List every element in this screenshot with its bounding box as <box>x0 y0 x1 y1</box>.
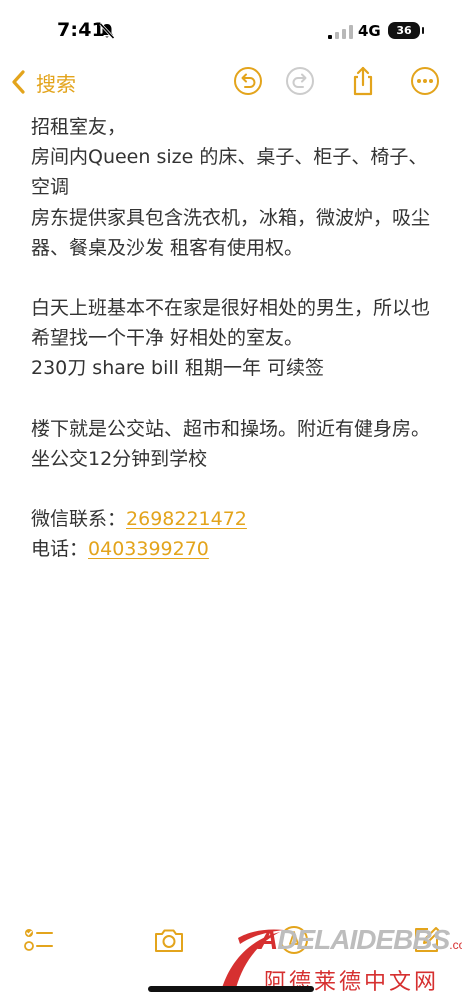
camera-icon <box>155 929 183 952</box>
navigation-bar: 搜索 <box>0 60 462 104</box>
undo-icon <box>234 67 262 95</box>
phone-line: 电话：0403399270 <box>31 534 441 564</box>
note-line: 白天上班基本不在家是很好相处的男生，所以也希望找一个干净 好相处的室友。 <box>31 297 431 350</box>
wechat-line: 微信联系：2698221472 <box>31 504 441 534</box>
note-line: 230刀 share bill 租期一年 可续签 <box>31 357 324 380</box>
redo-icon <box>286 67 314 95</box>
camera-button[interactable] <box>153 924 185 956</box>
phone-link[interactable]: 0403399270 <box>88 538 209 560</box>
undo-button[interactable] <box>232 65 264 97</box>
status-bar: 7:41 4G 36 <box>0 0 462 60</box>
back-button[interactable]: 搜索 <box>10 64 76 100</box>
more-icon <box>411 67 439 95</box>
more-button[interactable] <box>409 65 441 97</box>
note-line: 房间内Queen size 的床、桌子、柜子、椅子、空调 <box>31 146 428 199</box>
note-line: 招租室友， <box>31 116 127 138</box>
bell-slash-icon <box>99 22 115 40</box>
chevron-left-icon <box>12 70 25 94</box>
checklist-icon <box>24 929 53 951</box>
redo-button[interactable] <box>284 65 316 97</box>
watermark-brand: ADELAIDEBBS.com <box>258 924 462 955</box>
note-body[interactable]: 招租室友， 房间内Queen size 的床、桌子、柜子、椅子、空调 房东提供家… <box>31 112 441 564</box>
share-icon <box>353 66 373 96</box>
checklist-button[interactable] <box>22 924 54 956</box>
wechat-label: 微信联系： <box>31 508 127 531</box>
home-indicator[interactable] <box>148 986 314 992</box>
wechat-link[interactable]: 2698221472 <box>126 508 247 530</box>
note-line: 房东提供家具包含洗衣机，冰箱，微波炉，吸尘器、餐桌及沙发 租客有使用权。 <box>31 206 431 259</box>
watermark-logo: ADELAIDEBBS.com 阿德莱德中文网 <box>218 918 462 995</box>
network-type: 4G <box>358 22 381 40</box>
signal-icon <box>328 25 353 39</box>
share-button[interactable] <box>347 65 379 97</box>
back-label: 搜索 <box>36 71 76 96</box>
note-line: 楼下就是公交站、超市和操场。附近有健身房。坐公交12分钟到学校 <box>31 417 431 470</box>
phone-label: 电话： <box>31 538 89 561</box>
battery-indicator: 36 <box>388 22 424 39</box>
